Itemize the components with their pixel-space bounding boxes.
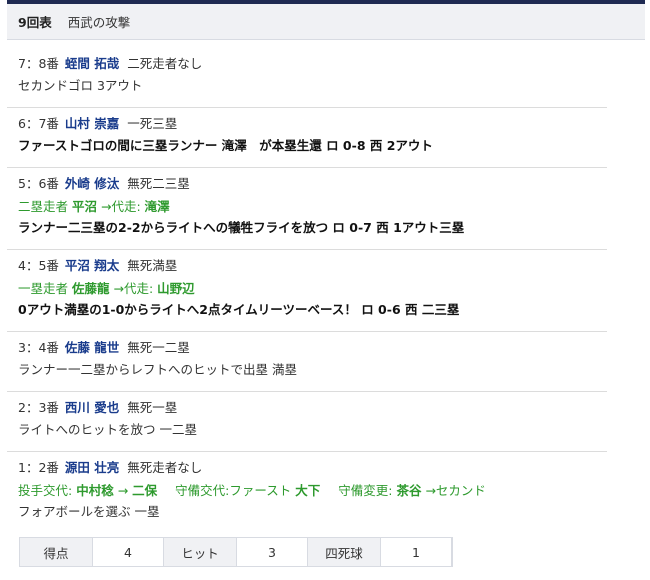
play-item: 6：7番 山村 崇嘉 一死三塁 ファーストゴロの間に三塁ランナー 滝澤 が本塁生還 … <box>7 107 607 168</box>
play-result: 0アウト満塁の1-0からライトへ2点タイムリーツーベース！ ロ 0-6 西 二三… <box>18 302 460 317</box>
play-batter-line: 4：5番 平沼 翔太 無死満塁 <box>18 257 177 275</box>
batter-name[interactable]: 蛭間 拓哉 <box>65 56 119 71</box>
hits-value: 3 <box>236 538 308 566</box>
runner-situation: 無死一二塁 <box>127 340 190 355</box>
batter-name[interactable]: 山村 崇嘉 <box>65 116 119 131</box>
walks-value: 1 <box>380 538 452 566</box>
batting-order: 3：4番 <box>18 340 59 355</box>
runner-situation: 二死走者なし <box>127 56 203 71</box>
play-batter-line: 7：8番 蛭間 拓哉 二死走者なし <box>18 55 202 73</box>
batter-name[interactable]: 佐藤 龍世 <box>65 340 119 355</box>
batter-name[interactable]: 外崎 修汰 <box>65 176 119 191</box>
sub-from-player[interactable]: 佐藤龍 <box>72 281 110 296</box>
play-result: セカンドゴロ 3アウト <box>18 78 143 93</box>
inning-header: 9回表 西武の攻撃 <box>7 4 645 40</box>
substitution-line: 投手交代: 中村稔 → 二保 守備交代:ファースト 大下 守備変更: 茶谷 →セ… <box>18 482 486 500</box>
pitcher-to[interactable]: 二保 <box>132 483 157 498</box>
walks-label: 四死球 <box>308 538 380 566</box>
sub-to-player[interactable]: 滝澤 <box>145 199 170 214</box>
sub-from-player[interactable]: 平沼 <box>72 199 97 214</box>
inning-label: 9回表 <box>18 15 52 30</box>
sub-prefix: 一塁走者 <box>18 281 69 296</box>
play-item: 2：3番 西川 愛也 無死一塁 ライトへのヒットを放つ 一二塁 <box>7 391 607 452</box>
pitcher-from[interactable]: 中村稔 <box>76 483 114 498</box>
play-item: 3：4番 佐藤 龍世 無死一二塁 ランナー一二塁からレフトへのヒットで出塁 満塁 <box>7 331 607 392</box>
batting-order: 4：5番 <box>18 258 59 273</box>
pitcher-change-prefix: 投手交代: <box>18 483 73 498</box>
play-result: ファーストゴロの間に三塁ランナー 滝澤 が本塁生還 ロ 0-8 西 2アウト <box>18 138 433 153</box>
runs-value: 4 <box>92 538 164 566</box>
defense-change-player[interactable]: 大下 <box>295 483 320 498</box>
batting-order: 5：6番 <box>18 176 59 191</box>
batter-name[interactable]: 平沼 翔太 <box>65 258 119 273</box>
runner-situation: 無死満塁 <box>127 258 178 273</box>
substitution-line: 二塁走者 平沼 →代走: 滝澤 <box>18 198 170 216</box>
play-item: 4：5番 平沼 翔太 無死満塁 一塁走者 佐藤龍 →代走: 山野辺 0アウト満塁の1… <box>7 249 607 332</box>
play-result: フォアボールを選ぶ 一塁 <box>18 504 160 519</box>
play-result: ランナー二三塁の2-2からライトへの犠牲フライを放つ ロ 0-7 西 1アウト三… <box>18 220 465 235</box>
position-change-player[interactable]: 茶谷 <box>396 483 421 498</box>
play-result: ライトへのヒットを放つ 一二塁 <box>18 422 197 437</box>
inning-summary: 得点 4 ヒット 3 四死球 1 <box>19 537 453 567</box>
batter-name[interactable]: 源田 壮亮 <box>65 460 119 475</box>
runner-situation: 一死三塁 <box>127 116 178 131</box>
defense-change-prefix: 守備交代:ファースト <box>175 483 292 498</box>
batter-name[interactable]: 西川 愛也 <box>65 400 119 415</box>
play-batter-line: 3：4番 佐藤 龍世 無死一二塁 <box>18 339 190 357</box>
play-batter-line: 5：6番 外崎 修汰 無死二三塁 <box>18 175 190 193</box>
attacking-team: 西武の攻撃 <box>67 15 131 30</box>
runner-situation: 無死一塁 <box>127 400 178 415</box>
runner-situation: 無死走者なし <box>127 460 203 475</box>
play-item: 7：8番 蛭間 拓哉 二死走者なし セカンドゴロ 3アウト <box>7 47 607 108</box>
batting-order: 6：7番 <box>18 116 59 131</box>
position-change-prefix: 守備変更: <box>338 483 393 498</box>
play-result: ランナー一二塁からレフトへのヒットで出塁 満塁 <box>18 362 297 377</box>
sub-arrow: →代走: <box>113 281 154 296</box>
batting-order: 2：3番 <box>18 400 59 415</box>
substitution-line: 一塁走者 佐藤龍 →代走: 山野辺 <box>18 280 195 298</box>
play-item: 5：6番 外崎 修汰 無死二三塁 二塁走者 平沼 →代走: 滝澤 ランナー二三塁の2… <box>7 167 607 250</box>
batting-order: 7：8番 <box>18 56 59 71</box>
runner-situation: 無死二三塁 <box>127 176 190 191</box>
play-batter-line: 1：2番 源田 壮亮 無死走者なし <box>18 459 202 477</box>
hits-label: ヒット <box>164 538 236 566</box>
play-batter-line: 6：7番 山村 崇嘉 一死三塁 <box>18 115 177 133</box>
runs-label: 得点 <box>20 538 92 566</box>
sub-prefix: 二塁走者 <box>18 199 69 214</box>
sub-to-player[interactable]: 山野辺 <box>157 281 195 296</box>
batting-order: 1：2番 <box>18 460 59 475</box>
position-change-suffix: →セカンド <box>425 483 486 498</box>
sub-arrow: → <box>117 483 129 498</box>
sub-arrow: →代走: <box>101 199 141 214</box>
play-batter-line: 2：3番 西川 愛也 無死一塁 <box>18 399 177 417</box>
